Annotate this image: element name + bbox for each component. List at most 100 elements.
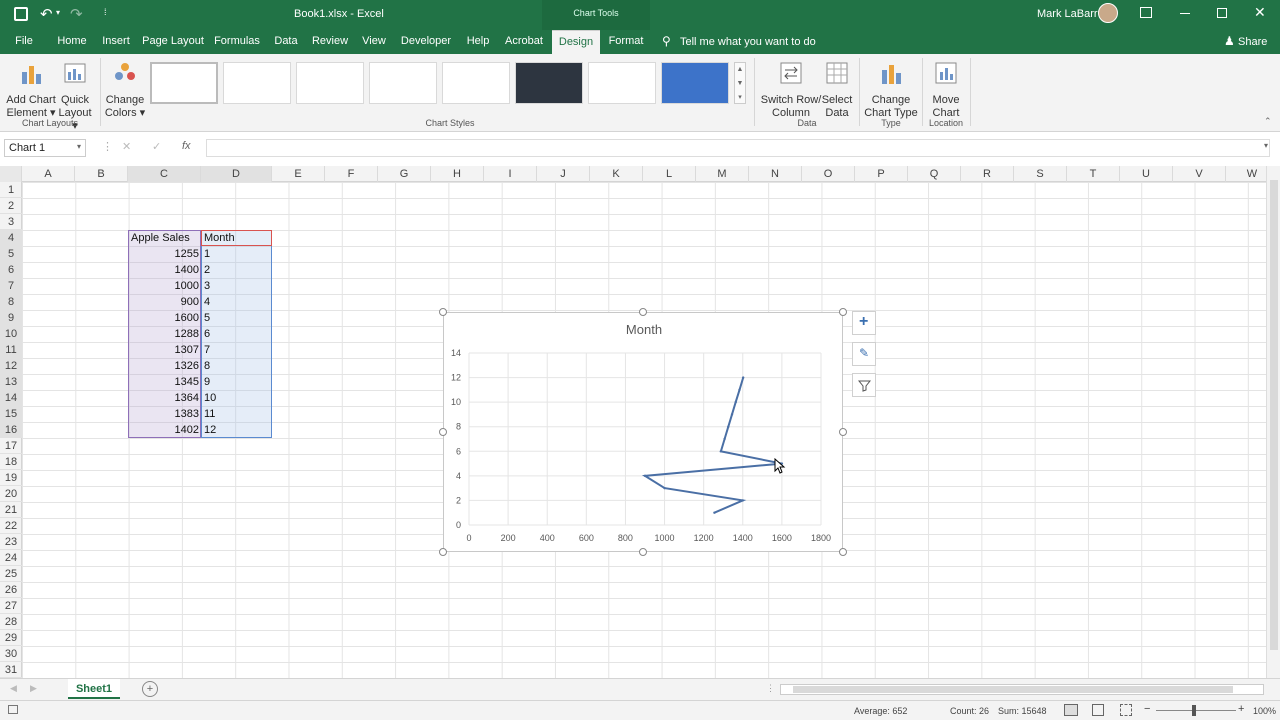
column-header[interactable]: G xyxy=(378,166,431,182)
data-point[interactable] xyxy=(663,486,666,490)
expand-formula-bar-icon[interactable]: ▾ xyxy=(1264,141,1268,150)
row-header[interactable]: 2 xyxy=(0,198,22,214)
row-header[interactable]: 23 xyxy=(0,534,22,550)
resize-handle[interactable] xyxy=(439,308,447,316)
cell-sales[interactable]: 1326 xyxy=(128,358,199,374)
switch-row-column-button[interactable]: Switch Row/ Column xyxy=(760,60,822,120)
cell-d4[interactable]: Month xyxy=(204,230,235,246)
resize-handle[interactable] xyxy=(639,308,647,316)
cell-sales[interactable]: 1307 xyxy=(128,342,199,358)
data-point[interactable] xyxy=(643,474,647,478)
cell-month[interactable]: 1 xyxy=(204,246,210,262)
zoom-slider-thumb[interactable] xyxy=(1192,705,1196,716)
collapse-ribbon-icon[interactable]: ⌃ xyxy=(1264,116,1272,127)
tab-home[interactable]: Home xyxy=(52,30,92,54)
cell-c4[interactable]: Apple Sales xyxy=(131,230,190,246)
sheet-tab-sheet1[interactable]: Sheet1 xyxy=(68,679,120,699)
row-header[interactable]: 7 xyxy=(0,278,22,294)
row-header[interactable]: 31 xyxy=(0,662,22,678)
chart-style-6[interactable] xyxy=(515,62,583,104)
column-header[interactable]: F xyxy=(325,166,378,182)
row-header[interactable]: 1 xyxy=(0,182,22,198)
undo-dropdown-icon[interactable]: ▾ xyxy=(56,8,60,17)
row-header[interactable]: 18 xyxy=(0,454,22,470)
row-header[interactable]: 6 xyxy=(0,262,22,278)
chart-style-1[interactable] xyxy=(150,62,218,104)
resize-handle[interactable] xyxy=(839,428,847,436)
column-header[interactable]: T xyxy=(1067,166,1120,182)
row-header[interactable]: 28 xyxy=(0,614,22,630)
column-header[interactable]: J xyxy=(537,166,590,182)
zoom-slider[interactable] xyxy=(1156,710,1236,711)
cell-month[interactable]: 10 xyxy=(204,390,216,406)
column-header[interactable]: K xyxy=(590,166,643,182)
data-point[interactable] xyxy=(727,425,730,428)
column-header[interactable]: B xyxy=(75,166,128,182)
cell-sales[interactable]: 1400 xyxy=(128,262,199,278)
macro-record-icon[interactable] xyxy=(8,705,18,714)
cell-month[interactable]: 5 xyxy=(204,310,210,326)
row-header[interactable]: 10 xyxy=(0,326,22,342)
redo-icon[interactable]: ↷ xyxy=(70,5,83,23)
tab-page-layout[interactable]: Page Layout xyxy=(140,30,206,54)
chart-style-5[interactable] xyxy=(442,62,510,104)
avatar[interactable] xyxy=(1098,3,1118,23)
vertical-scroll-thumb[interactable] xyxy=(1270,180,1278,650)
data-point[interactable] xyxy=(713,511,716,514)
cell-month[interactable]: 2 xyxy=(204,262,210,278)
row-header[interactable]: 5 xyxy=(0,246,22,262)
horizontal-scrollbar[interactable] xyxy=(780,684,1264,695)
customize-qat-icon[interactable]: ⁞ xyxy=(104,7,107,17)
formula-input[interactable] xyxy=(206,139,1270,157)
column-header[interactable]: H xyxy=(431,166,484,182)
row-header[interactable]: 11 xyxy=(0,342,22,358)
cell-sales[interactable]: 1345 xyxy=(128,374,199,390)
tab-review[interactable]: Review xyxy=(308,30,352,54)
horizontal-scroll-thumb[interactable] xyxy=(793,686,1233,693)
ribbon-display-options-icon[interactable] xyxy=(1140,7,1152,18)
cell-sales[interactable]: 1402 xyxy=(128,422,199,438)
new-sheet-icon[interactable]: + xyxy=(142,681,158,697)
column-header[interactable]: O xyxy=(802,166,855,182)
chart-style-8[interactable] xyxy=(661,62,729,104)
data-point[interactable] xyxy=(723,437,726,441)
data-point[interactable] xyxy=(730,413,734,416)
chart-style-3[interactable] xyxy=(296,62,364,104)
cancel-icon[interactable]: ✕ xyxy=(122,140,131,153)
data-point[interactable] xyxy=(738,388,741,392)
row-header[interactable]: 26 xyxy=(0,582,22,598)
row-header[interactable]: 20 xyxy=(0,486,22,502)
tab-file[interactable]: File xyxy=(8,30,40,54)
tab-design[interactable]: Design xyxy=(552,30,600,54)
cell-sales[interactable]: 1255 xyxy=(128,246,199,262)
tell-me-search[interactable]: Tell me what you want to do xyxy=(680,36,816,48)
row-header[interactable]: 9 xyxy=(0,310,22,326)
undo-icon[interactable]: ↶ xyxy=(40,5,53,23)
change-colors-button[interactable]: Change Colors ▾ xyxy=(104,60,146,120)
row-header[interactable]: 29 xyxy=(0,630,22,646)
chart-title[interactable]: Month xyxy=(626,322,662,337)
sheet-nav-next-icon[interactable]: ▶ xyxy=(30,683,37,694)
data-point[interactable] xyxy=(734,400,737,404)
chart-styles-button[interactable]: ✎ xyxy=(852,342,876,366)
chart-style-4[interactable] xyxy=(369,62,437,104)
user-name[interactable]: Mark LaBarr xyxy=(1037,8,1098,20)
chart-styles-scroll[interactable]: ▲ ▼ ▾ xyxy=(734,62,746,104)
cell-sales[interactable]: 1600 xyxy=(128,310,199,326)
tab-help[interactable]: Help xyxy=(460,30,496,54)
cell-month[interactable]: 9 xyxy=(204,374,210,390)
select-data-button[interactable]: Select Data xyxy=(820,60,854,120)
tab-view[interactable]: View xyxy=(356,30,392,54)
tab-formulas[interactable]: Formulas xyxy=(212,30,262,54)
column-header[interactable]: I xyxy=(484,166,537,182)
change-chart-type-button[interactable]: Change Chart Type xyxy=(864,60,918,120)
row-header[interactable]: 4 xyxy=(0,230,22,246)
cell-month[interactable]: 8 xyxy=(204,358,210,374)
vertical-scrollbar[interactable] xyxy=(1266,166,1280,678)
row-header[interactable]: 19 xyxy=(0,470,22,486)
resize-handle[interactable] xyxy=(839,308,847,316)
normal-view-icon[interactable] xyxy=(1064,704,1078,716)
row-header[interactable]: 12 xyxy=(0,358,22,374)
hscroll-splitter-icon[interactable]: ⋮ xyxy=(766,683,775,694)
row-header[interactable]: 25 xyxy=(0,566,22,582)
